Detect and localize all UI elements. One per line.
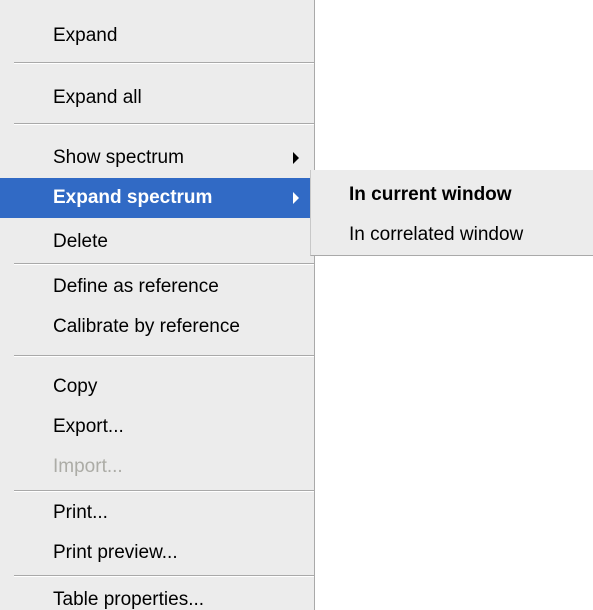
menu-separator (14, 575, 314, 577)
menu-item-expand-all[interactable]: Expand all (0, 78, 314, 118)
submenu-arrow-icon (293, 192, 299, 204)
menu-item-print[interactable]: Print... (0, 493, 314, 533)
menu-item-print-preview[interactable]: Print preview... (0, 533, 314, 573)
submenu-item-in-correlated-window[interactable]: In correlated window (311, 215, 593, 255)
menu-item-import: Import... (53, 456, 123, 477)
menu-separator (14, 123, 314, 125)
menu-item-expand-spectrum-label: Expand spectrum (53, 187, 213, 208)
expand-spectrum-submenu: In current window In correlated window (310, 170, 593, 256)
menu-item-export[interactable]: Export... (0, 407, 314, 447)
menu-separator (14, 263, 314, 265)
menu-item-show-spectrum[interactable]: Show spectrum (0, 138, 314, 178)
menu-item-copy[interactable]: Copy (0, 367, 314, 407)
menu-separator (14, 490, 314, 492)
menu-item-calibrate-by-reference[interactable]: Calibrate by reference (0, 307, 314, 347)
menu-item-table-properties[interactable]: Table properties... (0, 580, 314, 610)
submenu-arrow-icon (293, 152, 299, 164)
menu-item-show-spectrum-label: Show spectrum (53, 147, 184, 168)
submenu-item-in-current-window[interactable]: In current window (311, 175, 593, 215)
menu-separator (14, 355, 314, 357)
menu-item-expand-spectrum[interactable]: Expand spectrum (0, 178, 314, 218)
menu-item-delete[interactable]: Delete (0, 222, 314, 262)
menu-item-expand[interactable]: Expand (0, 16, 314, 56)
menu-separator (14, 62, 314, 64)
context-menu: Expand Expand all Show spectrum Expand s… (0, 0, 315, 610)
menu-item-define-as-reference[interactable]: Define as reference (0, 267, 314, 307)
